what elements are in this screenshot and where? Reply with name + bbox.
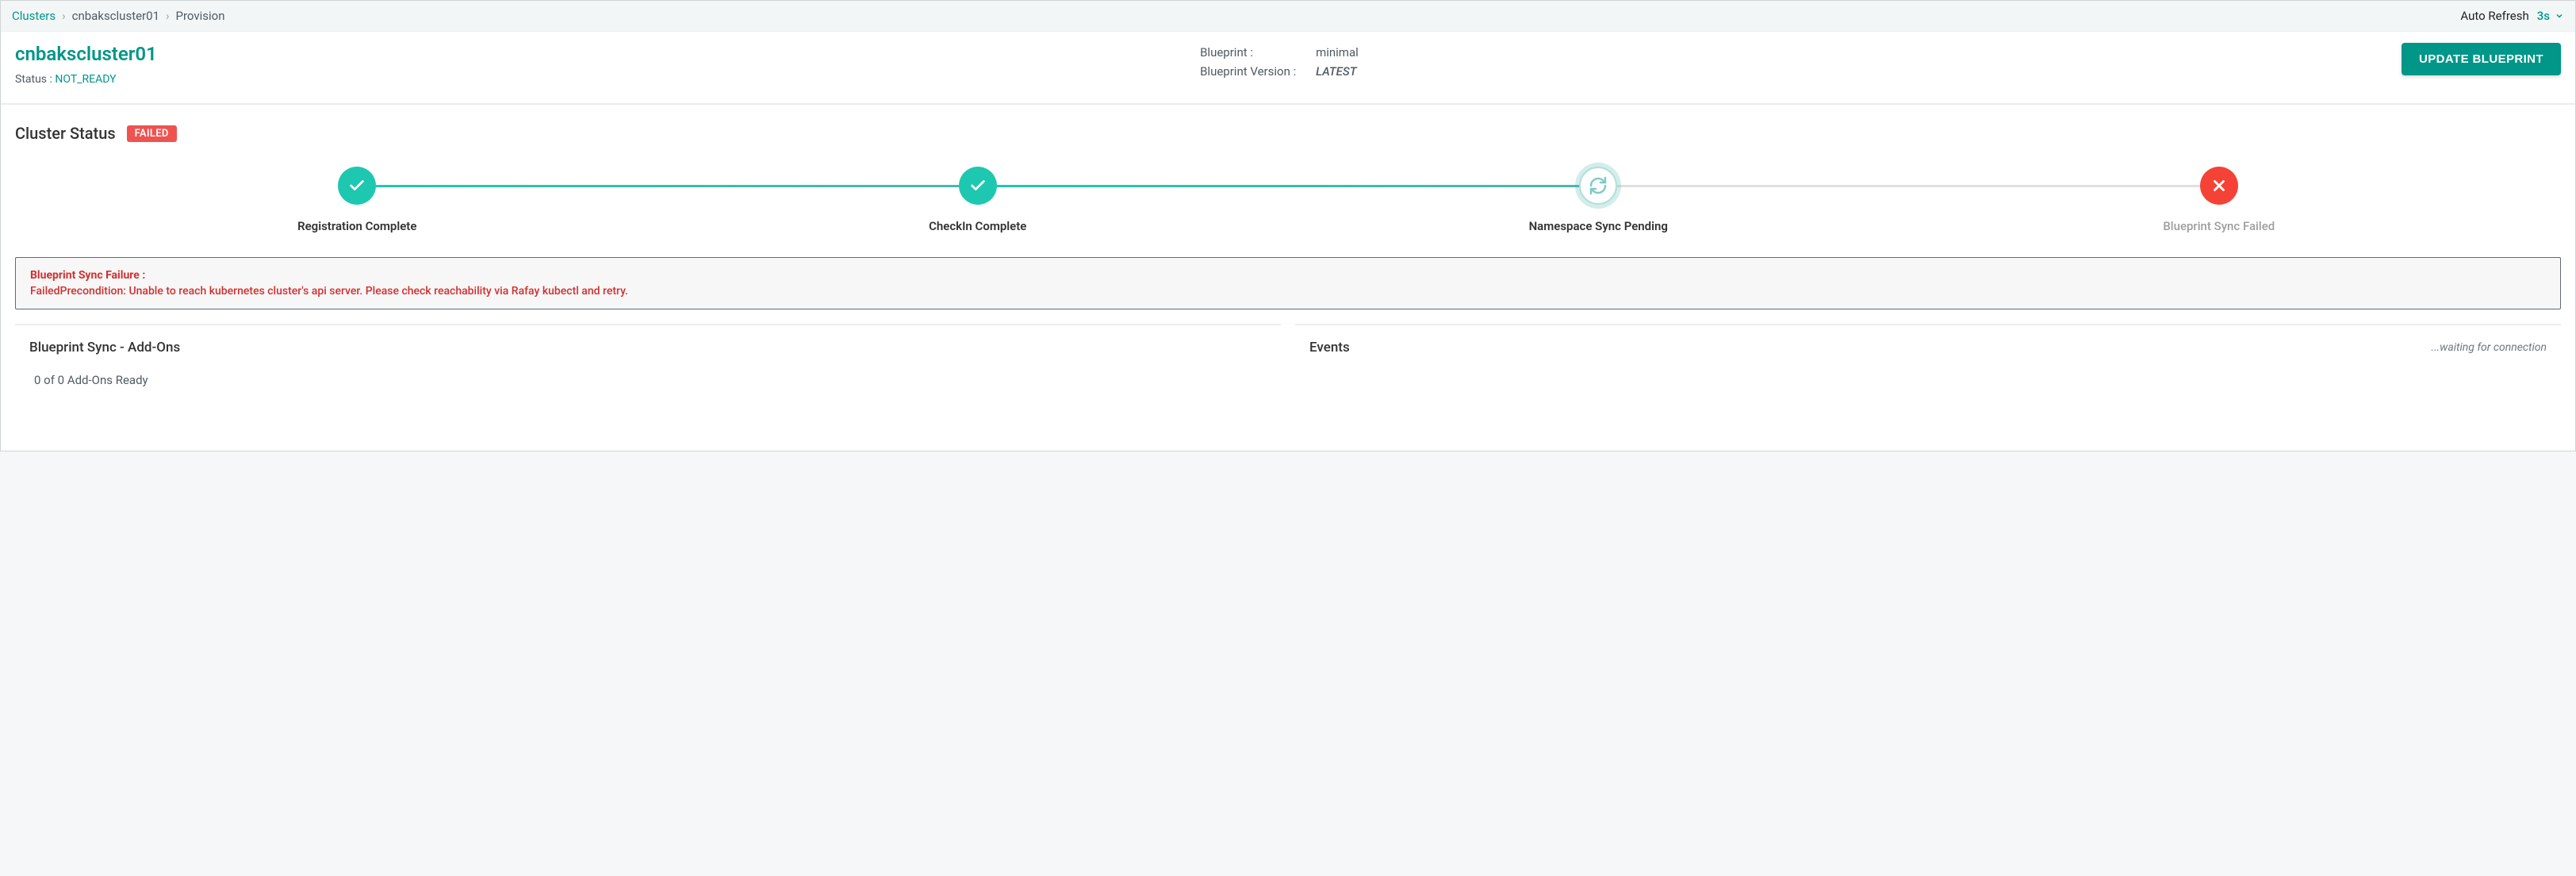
blueprint-label: Blueprint :	[1200, 43, 1311, 62]
step-registration: Registration Complete	[47, 167, 668, 233]
auto-refresh-value: 3s	[2537, 9, 2550, 23]
breadcrumb-leaf: Provision	[176, 9, 225, 23]
step-label: Blueprint Sync Failed	[2163, 219, 2275, 233]
blueprint-value: minimal	[1316, 43, 1359, 62]
step-checkin: CheckIn Complete	[668, 167, 1289, 233]
blueprint-version-value: LATEST	[1316, 62, 1357, 81]
breadcrumb-separator: ›	[62, 9, 66, 23]
close-icon	[2200, 167, 2238, 205]
step-label: Namespace Sync Pending	[1529, 219, 1668, 233]
check-icon	[338, 167, 376, 205]
status-label: Status :	[15, 73, 52, 86]
error-title: Blueprint Sync Failure :	[30, 269, 2546, 282]
update-blueprint-button[interactable]: UPDATE BLUEPRINT	[2402, 43, 2561, 75]
step-label: CheckIn Complete	[929, 219, 1026, 233]
blueprint-info: Blueprint : minimal Blueprint Version : …	[1200, 43, 1359, 81]
breadcrumb: Clusters › cnbakscluster01 › Provision	[12, 9, 225, 23]
auto-refresh-label: Auto Refresh	[2460, 9, 2528, 23]
check-icon	[959, 167, 997, 205]
events-waiting: ...waiting for connection	[2431, 341, 2547, 354]
status-line: Status : NOT_READY	[15, 73, 157, 86]
addons-title: Blueprint Sync - Add-Ons	[29, 340, 180, 355]
step-namespace-sync: Namespace Sync Pending	[1288, 167, 1909, 233]
chevron-down-icon	[2555, 11, 2564, 21]
cluster-status-title: Cluster Status	[15, 124, 116, 143]
breadcrumb-separator: ›	[166, 9, 170, 23]
events-panel: Events ...waiting for connection	[1295, 324, 2561, 451]
sync-icon	[1579, 167, 1617, 205]
events-title: Events	[1309, 340, 1350, 355]
auto-refresh-dropdown[interactable]: 3s	[2537, 9, 2564, 23]
addons-panel: Blueprint Sync - Add-Ons 0 of 0 Add-Ons …	[15, 324, 1281, 451]
cluster-title: cnbakscluster01	[15, 43, 157, 65]
blueprint-version-label: Blueprint Version :	[1200, 62, 1311, 81]
auto-refresh: Auto Refresh 3s	[2460, 9, 2564, 23]
error-message: FailedPrecondition: Unable to reach kube…	[30, 285, 2546, 298]
breadcrumb-cluster: cnbakscluster01	[72, 9, 159, 23]
topbar: Clusters › cnbakscluster01 › Provision A…	[1, 1, 2575, 32]
progress-stepper: Registration Complete CheckIn Complete N…	[15, 167, 2561, 257]
step-blueprint-sync: Blueprint Sync Failed	[1909, 167, 2530, 233]
addons-summary: 0 of 0 Add-Ons Ready	[34, 373, 148, 387]
status-badge: FAILED	[127, 125, 177, 142]
header: cnbakscluster01 Status : NOT_READY Bluep…	[1, 32, 2575, 105]
step-label: Registration Complete	[297, 219, 416, 233]
cluster-status-header: Cluster Status FAILED	[15, 124, 2561, 143]
breadcrumb-root[interactable]: Clusters	[12, 9, 56, 23]
error-message-box: Blueprint Sync Failure : FailedPrecondit…	[15, 257, 2561, 309]
status-value: NOT_READY	[55, 73, 116, 86]
